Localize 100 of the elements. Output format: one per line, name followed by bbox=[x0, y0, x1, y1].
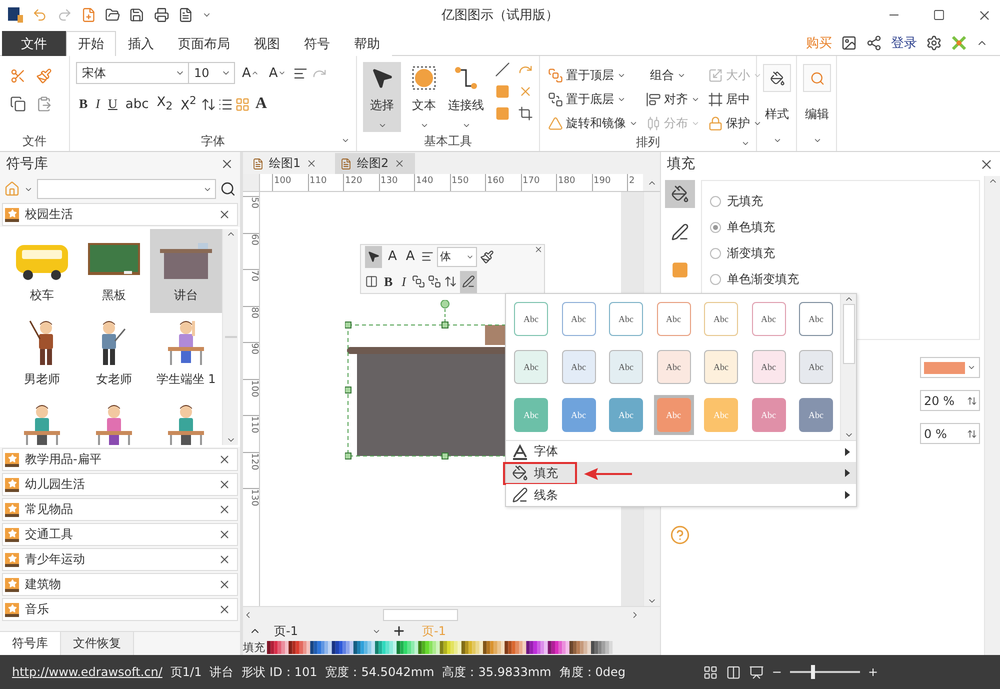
image-icon[interactable] bbox=[841, 34, 857, 50]
add-page-icon[interactable] bbox=[392, 624, 406, 638]
bold-button[interactable]: B bbox=[381, 272, 396, 292]
new-file-icon[interactable] bbox=[80, 7, 96, 23]
color-dropdown[interactable] bbox=[920, 357, 980, 378]
close-icon[interactable] bbox=[218, 553, 231, 566]
cut-icon[interactable] bbox=[10, 68, 26, 84]
copy-icon[interactable] bbox=[10, 96, 26, 112]
panel-tab[interactable]: 符号库 bbox=[0, 632, 61, 655]
menu-item[interactable]: 填充 bbox=[506, 462, 856, 484]
arrange-button[interactable]: 置于顶层 bbox=[548, 64, 638, 86]
symbol-tile[interactable]: 讲台 bbox=[150, 229, 222, 313]
offset-field[interactable]: 0 % bbox=[920, 423, 980, 444]
font-size-select[interactable]: 10 bbox=[188, 62, 235, 84]
close-icon[interactable] bbox=[218, 603, 231, 616]
font-select[interactable]: 体 bbox=[436, 246, 477, 266]
category-header[interactable]: 交通工具 bbox=[2, 523, 238, 546]
document-tab[interactable]: 绘图2 bbox=[335, 153, 415, 174]
style-swatch[interactable]: Abc bbox=[752, 302, 786, 336]
symbol-tile[interactable]: 女老师 bbox=[78, 313, 150, 397]
website-link[interactable]: http://www.edrawsoft.cn/ bbox=[12, 665, 162, 679]
settings-icon[interactable] bbox=[926, 34, 942, 50]
file-menu-button[interactable]: 文件 bbox=[2, 31, 66, 56]
font-select[interactable]: 宋体 bbox=[76, 62, 189, 84]
line-icon[interactable] bbox=[495, 62, 510, 77]
send-to-back-icon[interactable] bbox=[428, 275, 442, 288]
category-header[interactable]: 教学用品-扁平 bbox=[2, 448, 238, 471]
style-swatch[interactable]: Abc bbox=[799, 350, 833, 384]
launcher-icon[interactable] bbox=[341, 136, 350, 145]
close-icon[interactable] bbox=[218, 503, 231, 516]
style-swatch[interactable]: Abc bbox=[656, 350, 690, 384]
shrink-font-button[interactable]: A bbox=[266, 63, 289, 83]
format-button[interactable]: B bbox=[76, 94, 91, 114]
menu-item[interactable]: 字体 bbox=[506, 440, 856, 462]
page-view-icon[interactable] bbox=[726, 664, 741, 680]
caret-icon[interactable] bbox=[420, 121, 428, 130]
close-icon[interactable] bbox=[218, 528, 231, 541]
format-button[interactable]: abc bbox=[122, 94, 152, 114]
scrollbar[interactable] bbox=[222, 229, 238, 445]
arrange-button[interactable]: 旋转和镜像 bbox=[548, 112, 638, 134]
style-swatch[interactable]: Abc bbox=[656, 302, 690, 336]
symbol-tile[interactable]: 黑板 bbox=[78, 229, 150, 313]
maximize-icon[interactable] bbox=[933, 9, 945, 21]
bring-to-front-icon[interactable] bbox=[412, 275, 426, 288]
panel-tab[interactable]: 文件恢复 bbox=[61, 632, 134, 655]
share-icon[interactable] bbox=[866, 34, 882, 50]
search-field[interactable] bbox=[37, 179, 216, 199]
align-icon[interactable] bbox=[420, 250, 434, 263]
grow-font-button[interactable]: A bbox=[239, 63, 262, 83]
radio-button[interactable] bbox=[710, 274, 721, 285]
search-icon[interactable] bbox=[220, 181, 236, 197]
symbol-tile[interactable]: 男老师 bbox=[6, 313, 78, 397]
ribbon-tab[interactable]: 开始 bbox=[66, 31, 116, 56]
scrollbar[interactable] bbox=[243, 606, 660, 622]
menu-item[interactable]: 线条 bbox=[506, 484, 856, 506]
grow-font-button[interactable]: A bbox=[385, 246, 400, 266]
align-icon[interactable] bbox=[292, 66, 308, 80]
symbol-tile[interactable]: 校车 bbox=[6, 229, 78, 313]
pointer-icon[interactable] bbox=[370, 66, 394, 90]
format-button[interactable]: X$^{2}$ bbox=[178, 94, 200, 114]
print-icon[interactable] bbox=[154, 7, 170, 23]
edit-button[interactable]: 编辑 bbox=[798, 60, 836, 147]
radio-button[interactable] bbox=[710, 248, 721, 259]
style-swatch[interactable]: Abc bbox=[799, 302, 833, 336]
radio-button[interactable] bbox=[710, 196, 721, 207]
arrange-button[interactable]: 对齐 bbox=[646, 88, 700, 110]
crop-icon[interactable] bbox=[518, 106, 533, 121]
close-icon[interactable] bbox=[220, 157, 234, 171]
category-header[interactable]: 音乐 bbox=[2, 598, 238, 621]
scrollbar[interactable] bbox=[840, 294, 856, 440]
arrange-button[interactable]: 组合 bbox=[646, 64, 700, 86]
document-icon[interactable] bbox=[178, 7, 194, 23]
style-swatch[interactable]: Abc bbox=[562, 302, 596, 336]
style-swatch[interactable]: Abc bbox=[704, 302, 738, 336]
launcher-icon[interactable] bbox=[741, 139, 750, 148]
paste-icon[interactable] bbox=[36, 96, 52, 112]
save-icon[interactable] bbox=[129, 7, 145, 23]
category-header[interactable]: 幼儿园生活 bbox=[2, 473, 238, 496]
category-header[interactable]: 建筑物 bbox=[2, 573, 238, 596]
tool-button[interactable]: 连接线 bbox=[447, 62, 485, 132]
color-palette-drawing[interactable] bbox=[267, 641, 613, 654]
style-swatch[interactable]: Abc bbox=[562, 350, 596, 384]
zoom-out-button[interactable]: − bbox=[772, 665, 782, 679]
style-swatch[interactable]: Abc bbox=[609, 350, 643, 384]
presentation-icon[interactable] bbox=[748, 664, 764, 680]
login-link[interactable]: 登录 bbox=[891, 34, 917, 52]
style-swatch[interactable]: Abc bbox=[704, 350, 738, 384]
arrange-button[interactable]: 置于底层 bbox=[548, 88, 638, 110]
grid-icon[interactable] bbox=[702, 664, 718, 680]
close-icon[interactable] bbox=[218, 578, 231, 591]
radio-button[interactable] bbox=[710, 222, 721, 233]
line-spacing-icon[interactable] bbox=[201, 96, 216, 112]
category-header[interactable]: 校园生活 bbox=[2, 203, 238, 226]
caret-icon[interactable] bbox=[462, 121, 470, 130]
side-tab[interactable] bbox=[665, 180, 695, 208]
caret-icon[interactable] bbox=[378, 121, 386, 130]
zoom-thumb[interactable] bbox=[810, 665, 815, 679]
document-tab[interactable]: 绘图1 bbox=[247, 153, 327, 174]
symbol-tile[interactable]: 学生端坐 1 bbox=[150, 313, 222, 397]
tool-button[interactable]: 文本 bbox=[405, 62, 443, 132]
